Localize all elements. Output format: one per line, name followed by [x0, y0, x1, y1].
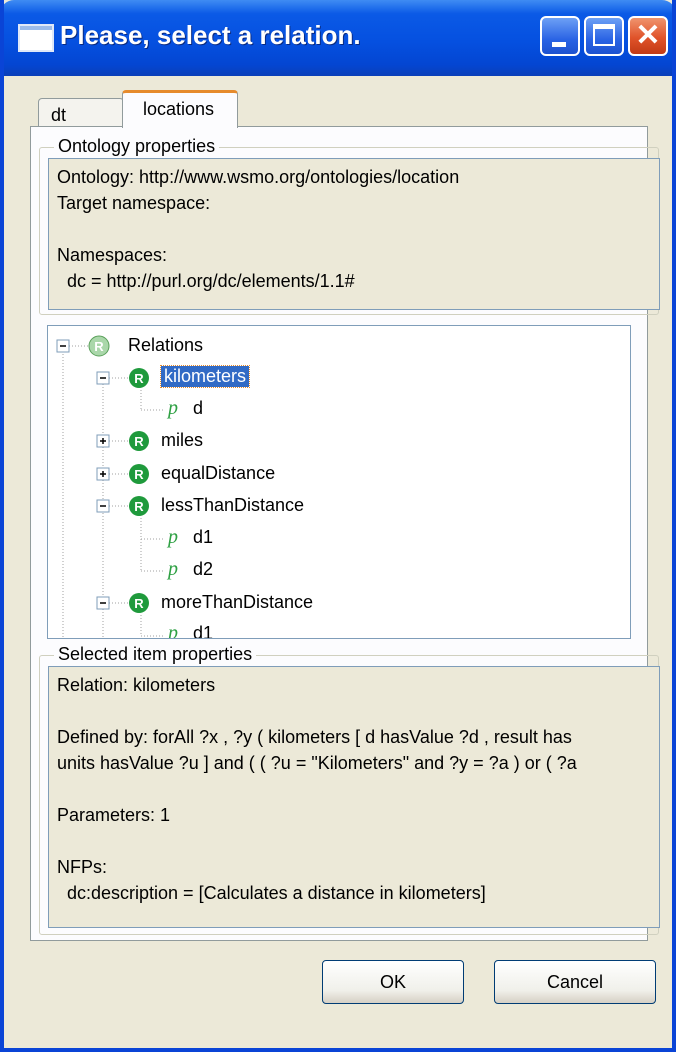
ontology-line: Target namespace:	[57, 193, 211, 213]
svg-text:R: R	[134, 467, 144, 482]
window-icon	[18, 24, 54, 52]
ontology-properties-text[interactable]: Ontology: http://www.wsmo.org/ontologies…	[48, 158, 660, 310]
ontology-line: dc = http://purl.org/dc/elements/1.1#	[57, 271, 355, 291]
minimize-button[interactable]	[540, 16, 580, 56]
close-button[interactable]: ✕	[628, 16, 668, 56]
selected-item-properties-text[interactable]: Relation: kilometers Defined by: forAll …	[48, 666, 660, 928]
ontology-line: Ontology: http://www.wsmo.org/ontologies…	[57, 167, 460, 187]
parameter-icon: p	[168, 558, 178, 580]
tab-locations[interactable]: locations	[122, 90, 238, 128]
ontology-properties-label: Ontology properties	[54, 136, 220, 157]
ok-button[interactable]: OK	[322, 960, 464, 1004]
ontology-line: Namespaces:	[57, 245, 168, 265]
parameter-icon: p	[168, 397, 178, 419]
tree-node-equaldistance[interactable]: equalDistance	[161, 463, 275, 484]
window-title: Please, select a relation.	[60, 20, 361, 50]
maximize-icon	[593, 24, 615, 46]
relation-icon: R	[88, 335, 110, 357]
svg-text:R: R	[134, 499, 144, 514]
title-bar[interactable]: Please, select a relation. ✕	[4, 0, 672, 76]
svg-text:R: R	[134, 596, 144, 611]
relation-icon: R	[129, 593, 149, 613]
tab-dt-label: dt	[51, 105, 67, 125]
dialog-window: Please, select a relation. ✕ dt location…	[0, 0, 676, 1052]
selected-line: Defined by: forAll ?x , ?y ( kilometers …	[57, 727, 572, 747]
selected-line: NFPs:	[57, 857, 108, 877]
selected-line: units hasValue ?u ] and ( ( ?u = "Kilome…	[57, 753, 577, 773]
tab-panel: Ontology properties Ontology: http://www…	[30, 126, 660, 941]
selected-line: Relation: kilometers	[57, 675, 216, 695]
selected-line: dc:description = [Calculates a distance …	[57, 883, 486, 903]
relations-tree[interactable]: R Relations R kilometers p d R miles R e…	[47, 325, 631, 639]
relation-icon: R	[129, 431, 149, 451]
tree-root-relations[interactable]: Relations	[128, 335, 203, 356]
svg-text:R: R	[134, 371, 144, 386]
relation-icon: R	[129, 496, 149, 516]
tree-param-d2[interactable]: d2	[193, 559, 213, 580]
tree-param-d[interactable]: d	[193, 398, 203, 419]
selected-line: Parameters: 1	[57, 805, 171, 825]
svg-text:R: R	[134, 434, 144, 449]
selected-item-properties-label: Selected item properties	[54, 644, 257, 665]
tree-param-d1[interactable]: d1	[193, 527, 213, 548]
selected-item-properties-group: Selected item properties Relation: kilom…	[39, 644, 660, 935]
cancel-button[interactable]: Cancel	[494, 960, 656, 1004]
maximize-button[interactable]	[584, 16, 624, 56]
ontology-properties-group: Ontology properties Ontology: http://www…	[39, 136, 660, 315]
parameter-icon: p	[168, 622, 178, 639]
tree-node-miles[interactable]: miles	[161, 430, 203, 451]
tab-locations-label: locations	[143, 99, 215, 119]
parameter-icon: p	[168, 526, 178, 548]
tree-param-d1[interactable]: d1	[193, 623, 213, 638]
tree-node-morethandistance[interactable]: moreThanDistance	[161, 592, 313, 613]
svg-text:R: R	[94, 339, 104, 354]
close-icon: ✕	[635, 19, 661, 52]
relation-icon: R	[129, 464, 149, 484]
tree-node-kilometers[interactable]: kilometers	[159, 365, 251, 388]
relation-icon: R	[129, 368, 149, 388]
tree-node-lessthandistance[interactable]: lessThanDistance	[161, 495, 304, 516]
minimize-icon	[552, 42, 566, 47]
